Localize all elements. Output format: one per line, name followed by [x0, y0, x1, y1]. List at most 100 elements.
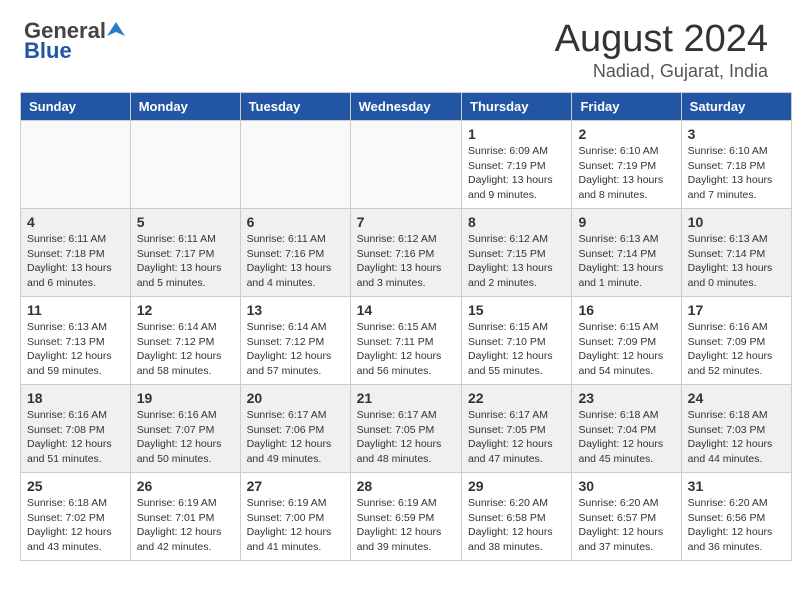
day-info: Sunrise: 6:16 AMSunset: 7:08 PMDaylight:…: [27, 408, 124, 467]
day-number: 1: [468, 126, 565, 142]
calendar-cell: [21, 121, 131, 209]
calendar-cell: 20 Sunrise: 6:17 AMSunset: 7:06 PMDayligh…: [240, 385, 350, 473]
day-number: 8: [468, 214, 565, 230]
calendar-cell: 21 Sunrise: 6:17 AMSunset: 7:05 PMDayligh…: [350, 385, 461, 473]
day-info: Sunrise: 6:12 AMSunset: 7:16 PMDaylight:…: [357, 232, 455, 291]
calendar-cell: 12 Sunrise: 6:14 AMSunset: 7:12 PMDayligh…: [130, 297, 240, 385]
day-info: Sunrise: 6:12 AMSunset: 7:15 PMDaylight:…: [468, 232, 565, 291]
calendar-cell: 19 Sunrise: 6:16 AMSunset: 7:07 PMDayligh…: [130, 385, 240, 473]
day-info: Sunrise: 6:11 AMSunset: 7:16 PMDaylight:…: [247, 232, 344, 291]
day-number: 27: [247, 478, 344, 494]
day-info: Sunrise: 6:16 AMSunset: 7:09 PMDaylight:…: [688, 320, 785, 379]
day-number: 24: [688, 390, 785, 406]
day-info: Sunrise: 6:13 AMSunset: 7:14 PMDaylight:…: [578, 232, 674, 291]
day-info: Sunrise: 6:15 AMSunset: 7:11 PMDaylight:…: [357, 320, 455, 379]
day-number: 19: [137, 390, 234, 406]
calendar-cell: 5Sunrise: 6:11 AMSunset: 7:17 PMDaylight…: [130, 209, 240, 297]
day-number: 31: [688, 478, 785, 494]
calendar-cell: [240, 121, 350, 209]
calendar-cell: 3 Sunrise: 6:10 AMSunset: 7:18 PMDaylight…: [681, 121, 791, 209]
day-number: 26: [137, 478, 234, 494]
col-saturday: Saturday: [681, 93, 791, 121]
calendar-cell: 4 Sunrise: 6:11 AMSunset: 7:18 PMDaylight…: [21, 209, 131, 297]
day-info: Sunrise: 6:14 AMSunset: 7:12 PMDaylight:…: [137, 320, 234, 379]
calendar-cell: 18 Sunrise: 6:16 AMSunset: 7:08 PMDayligh…: [21, 385, 131, 473]
day-info: Sunrise: 6:10 AMSunset: 7:18 PMDaylight:…: [688, 144, 785, 203]
col-tuesday: Tuesday: [240, 93, 350, 121]
day-number: 17: [688, 302, 785, 318]
calendar-cell: 7 Sunrise: 6:12 AMSunset: 7:16 PMDaylight…: [350, 209, 461, 297]
week-row-3: 11 Sunrise: 6:13 AMSunset: 7:13 PMDayligh…: [21, 297, 792, 385]
day-info: Sunrise: 6:14 AMSunset: 7:12 PMDaylight:…: [247, 320, 344, 379]
calendar-cell: 24 Sunrise: 6:18 AMSunset: 7:03 PMDayligh…: [681, 385, 791, 473]
day-info: Sunrise: 6:19 AMSunset: 7:00 PMDaylight:…: [247, 496, 344, 555]
day-number: 20: [247, 390, 344, 406]
calendar-cell: 10 Sunrise: 6:13 AMSunset: 7:14 PMDayligh…: [681, 209, 791, 297]
day-number: 10: [688, 214, 785, 230]
day-info: Sunrise: 6:17 AMSunset: 7:05 PMDaylight:…: [468, 408, 565, 467]
calendar-cell: 8 Sunrise: 6:12 AMSunset: 7:15 PMDaylight…: [462, 209, 572, 297]
calendar-cell: 14 Sunrise: 6:15 AMSunset: 7:11 PMDayligh…: [350, 297, 461, 385]
day-number: 25: [27, 478, 124, 494]
calendar-cell: 23 Sunrise: 6:18 AMSunset: 7:04 PMDayligh…: [572, 385, 681, 473]
calendar-cell: [350, 121, 461, 209]
day-number: 2: [578, 126, 674, 142]
calendar-cell: 28 Sunrise: 6:19 AMSunset: 6:59 PMDayligh…: [350, 473, 461, 561]
calendar-cell: 9Sunrise: 6:13 AMSunset: 7:14 PMDaylight…: [572, 209, 681, 297]
calendar-cell: 30Sunrise: 6:20 AMSunset: 6:57 PMDayligh…: [572, 473, 681, 561]
calendar-cell: 22 Sunrise: 6:17 AMSunset: 7:05 PMDayligh…: [462, 385, 572, 473]
days-header-row: Sunday Monday Tuesday Wednesday Thursday…: [21, 93, 792, 121]
day-number: 15: [468, 302, 565, 318]
day-number: 3: [688, 126, 785, 142]
calendar-cell: [130, 121, 240, 209]
week-row-5: 25Sunrise: 6:18 AMSunset: 7:02 PMDayligh…: [21, 473, 792, 561]
day-info: Sunrise: 6:15 AMSunset: 7:09 PMDaylight:…: [578, 320, 674, 379]
calendar-cell: 25Sunrise: 6:18 AMSunset: 7:02 PMDayligh…: [21, 473, 131, 561]
calendar-cell: 2 Sunrise: 6:10 AMSunset: 7:19 PMDaylight…: [572, 121, 681, 209]
day-info: Sunrise: 6:09 AMSunset: 7:19 PMDaylight:…: [468, 144, 565, 203]
calendar-cell: 6Sunrise: 6:11 AMSunset: 7:16 PMDaylight…: [240, 209, 350, 297]
day-number: 13: [247, 302, 344, 318]
day-number: 21: [357, 390, 455, 406]
month-year: August 2024: [555, 18, 768, 61]
day-info: Sunrise: 6:16 AMSunset: 7:07 PMDaylight:…: [137, 408, 234, 467]
day-number: 4: [27, 214, 124, 230]
day-number: 5: [137, 214, 234, 230]
day-info: Sunrise: 6:18 AMSunset: 7:03 PMDaylight:…: [688, 408, 785, 467]
day-info: Sunrise: 6:11 AMSunset: 7:18 PMDaylight:…: [27, 232, 124, 291]
day-info: Sunrise: 6:13 AMSunset: 7:13 PMDaylight:…: [27, 320, 124, 379]
calendar-cell: 27 Sunrise: 6:19 AMSunset: 7:00 PMDayligh…: [240, 473, 350, 561]
logo-blue-text: Blue: [24, 38, 125, 64]
calendar-cell: 17 Sunrise: 6:16 AMSunset: 7:09 PMDayligh…: [681, 297, 791, 385]
col-friday: Friday: [572, 93, 681, 121]
day-number: 28: [357, 478, 455, 494]
day-info: Sunrise: 6:18 AMSunset: 7:04 PMDaylight:…: [578, 408, 674, 467]
day-number: 11: [27, 302, 124, 318]
day-info: Sunrise: 6:19 AMSunset: 6:59 PMDaylight:…: [357, 496, 455, 555]
day-number: 14: [357, 302, 455, 318]
week-row-4: 18 Sunrise: 6:16 AMSunset: 7:08 PMDayligh…: [21, 385, 792, 473]
day-info: Sunrise: 6:10 AMSunset: 7:19 PMDaylight:…: [578, 144, 674, 203]
location: Nadiad, Gujarat, India: [555, 61, 768, 82]
day-info: Sunrise: 6:17 AMSunset: 7:05 PMDaylight:…: [357, 408, 455, 467]
day-info: Sunrise: 6:20 AMSunset: 6:57 PMDaylight:…: [578, 496, 674, 555]
day-info: Sunrise: 6:13 AMSunset: 7:14 PMDaylight:…: [688, 232, 785, 291]
day-number: 23: [578, 390, 674, 406]
day-info: Sunrise: 6:19 AMSunset: 7:01 PMDaylight:…: [137, 496, 234, 555]
calendar-wrapper: Sunday Monday Tuesday Wednesday Thursday…: [0, 92, 792, 571]
day-number: 22: [468, 390, 565, 406]
week-row-2: 4 Sunrise: 6:11 AMSunset: 7:18 PMDaylight…: [21, 209, 792, 297]
day-number: 7: [357, 214, 455, 230]
day-info: Sunrise: 6:15 AMSunset: 7:10 PMDaylight:…: [468, 320, 565, 379]
calendar-cell: 29Sunrise: 6:20 AMSunset: 6:58 PMDayligh…: [462, 473, 572, 561]
calendar-cell: 15 Sunrise: 6:15 AMSunset: 7:10 PMDayligh…: [462, 297, 572, 385]
calendar-cell: 31Sunrise: 6:20 AMSunset: 6:56 PMDayligh…: [681, 473, 791, 561]
header: General Blue August 2024 Nadiad, Gujarat…: [0, 0, 792, 92]
title-area: August 2024 Nadiad, Gujarat, India: [555, 18, 768, 82]
day-number: 18: [27, 390, 124, 406]
day-number: 16: [578, 302, 674, 318]
day-number: 12: [137, 302, 234, 318]
day-info: Sunrise: 6:17 AMSunset: 7:06 PMDaylight:…: [247, 408, 344, 467]
day-info: Sunrise: 6:20 AMSunset: 6:58 PMDaylight:…: [468, 496, 565, 555]
calendar-cell: 16 Sunrise: 6:15 AMSunset: 7:09 PMDayligh…: [572, 297, 681, 385]
